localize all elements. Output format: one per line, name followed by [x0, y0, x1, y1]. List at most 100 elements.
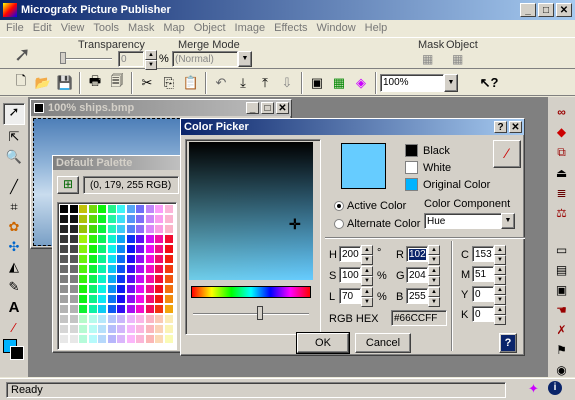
palette-swatch[interactable]: [98, 305, 106, 313]
palette-swatch[interactable]: [164, 245, 173, 253]
m-field[interactable]: 51: [472, 266, 494, 282]
open-folder-icon[interactable]: 📂: [32, 72, 54, 94]
active-color-radio[interactable]: [334, 201, 344, 211]
palette-swatch[interactable]: [126, 215, 135, 223]
palette-swatch[interactable]: [79, 265, 87, 273]
palette-swatch[interactable]: [155, 315, 163, 323]
color-field[interactable]: [189, 142, 313, 280]
print-preview-icon[interactable]: 🗐: [106, 72, 128, 94]
palette-swatch[interactable]: [98, 255, 106, 263]
palette-add-icon[interactable]: ⊞: [57, 176, 79, 194]
palette-swatch[interactable]: [69, 225, 78, 233]
menu-view[interactable]: View: [61, 22, 85, 34]
palette-swatch[interactable]: [155, 325, 163, 333]
palette-swatch[interactable]: [155, 275, 163, 283]
palette-swatch[interactable]: [126, 315, 135, 323]
palette-swatch[interactable]: [98, 295, 106, 303]
palette-swatch[interactable]: [155, 225, 163, 233]
palette-swatch[interactable]: [79, 335, 87, 343]
palette-swatch[interactable]: [164, 315, 173, 323]
object-stack-icon[interactable]: ⧉: [557, 145, 566, 160]
eyedropper-tool-icon[interactable]: ⁄: [13, 320, 15, 335]
cancel-button[interactable]: Cancel: [355, 333, 411, 353]
h-field[interactable]: 200: [339, 246, 361, 262]
palette-swatch[interactable]: [136, 295, 144, 303]
palette-swatch[interactable]: [117, 295, 125, 303]
palette-swatch[interactable]: [117, 225, 125, 233]
text-tool-icon[interactable]: A: [9, 299, 20, 316]
y-spinner[interactable]: ▲ ▼: [494, 285, 506, 305]
palette-swatch[interactable]: [79, 235, 87, 243]
palette-swatch[interactable]: [98, 235, 106, 243]
palette-swatch[interactable]: [107, 255, 116, 263]
palette-swatch[interactable]: [98, 245, 106, 253]
palette-swatch[interactable]: [117, 285, 125, 293]
palette-swatch[interactable]: [164, 235, 173, 243]
palette-swatch[interactable]: [60, 245, 68, 253]
palette-swatch[interactable]: [79, 305, 87, 313]
palette-swatch[interactable]: [79, 245, 87, 253]
rgb-hex-field[interactable]: #66CCFF: [391, 310, 447, 326]
l-field[interactable]: 70: [339, 288, 361, 304]
image-close-button[interactable]: ✕: [276, 102, 289, 114]
palette-swatch[interactable]: [107, 305, 116, 313]
palette-swatch[interactable]: [107, 315, 116, 323]
palette-swatch[interactable]: [79, 215, 87, 223]
palette-swatch[interactable]: [98, 225, 106, 233]
palette-swatch[interactable]: [79, 275, 87, 283]
palette-swatch[interactable]: [155, 295, 163, 303]
palette-swatch[interactable]: [155, 205, 163, 213]
palette-swatch[interactable]: [136, 235, 144, 243]
palette-swatch[interactable]: [60, 225, 68, 233]
import-icon[interactable]: ⤓: [232, 72, 254, 94]
white-swatch[interactable]: [405, 161, 418, 174]
palette-swatch[interactable]: [107, 215, 116, 223]
palette-swatch[interactable]: [136, 325, 144, 333]
palette-swatch[interactable]: [69, 275, 78, 283]
palette-swatch[interactable]: [98, 285, 106, 293]
palette-swatch[interactable]: [136, 265, 144, 273]
palette-swatch[interactable]: [69, 325, 78, 333]
palette-swatch[interactable]: [126, 225, 135, 233]
palette-swatch[interactable]: [98, 205, 106, 213]
palette-swatch[interactable]: [136, 225, 144, 233]
context-help-icon[interactable]: ↖?: [478, 72, 500, 94]
palette-swatch[interactable]: [60, 205, 68, 213]
menu-window[interactable]: Window: [317, 22, 356, 34]
fill-tool-icon[interactable]: ◭: [9, 259, 19, 275]
palette-swatch[interactable]: [107, 335, 116, 343]
palette-swatch[interactable]: [164, 225, 173, 233]
palette-swatch[interactable]: [107, 265, 116, 273]
palette-swatch[interactable]: [136, 315, 144, 323]
palette-swatch[interactable]: [88, 215, 97, 223]
hue-spectrum-bar[interactable]: [191, 286, 311, 298]
panel-icon[interactable]: ▤: [556, 263, 567, 277]
dialog-close-button[interactable]: ✕: [509, 121, 522, 133]
palette-swatch[interactable]: [136, 275, 144, 283]
palette-swatch[interactable]: [117, 265, 125, 273]
menu-map[interactable]: Map: [163, 22, 184, 34]
palette-swatch[interactable]: [145, 205, 154, 213]
paint-tool-icon[interactable]: ✿: [9, 219, 20, 235]
close-object-icon[interactable]: ✗: [556, 323, 566, 337]
eye-icon[interactable]: ◉: [556, 363, 566, 377]
palette-swatch[interactable]: [145, 225, 154, 233]
merge-mode-select[interactable]: (Normal): [172, 51, 238, 67]
palette-swatch[interactable]: [88, 245, 97, 253]
cut-icon[interactable]: ✂: [136, 72, 158, 94]
info-icon[interactable]: i: [548, 381, 562, 395]
palette-swatch[interactable]: [155, 235, 163, 243]
palette-swatch[interactable]: [88, 205, 97, 213]
palette-swatch[interactable]: [145, 315, 154, 323]
palette-swatch[interactable]: [155, 305, 163, 313]
menu-object[interactable]: Object: [194, 22, 226, 34]
copy-icon[interactable]: ⎘: [158, 72, 180, 94]
menu-file[interactable]: File: [6, 22, 24, 34]
crop-tool-icon[interactable]: ⌗: [10, 199, 17, 215]
palette-swatch[interactable]: [60, 315, 68, 323]
palette-swatch[interactable]: [126, 285, 135, 293]
m-spinner[interactable]: ▲ ▼: [494, 265, 506, 285]
palette-swatch[interactable]: [107, 205, 116, 213]
pointer-tool-icon[interactable]: ➚: [3, 103, 25, 125]
k-spinner[interactable]: ▲ ▼: [494, 305, 506, 325]
